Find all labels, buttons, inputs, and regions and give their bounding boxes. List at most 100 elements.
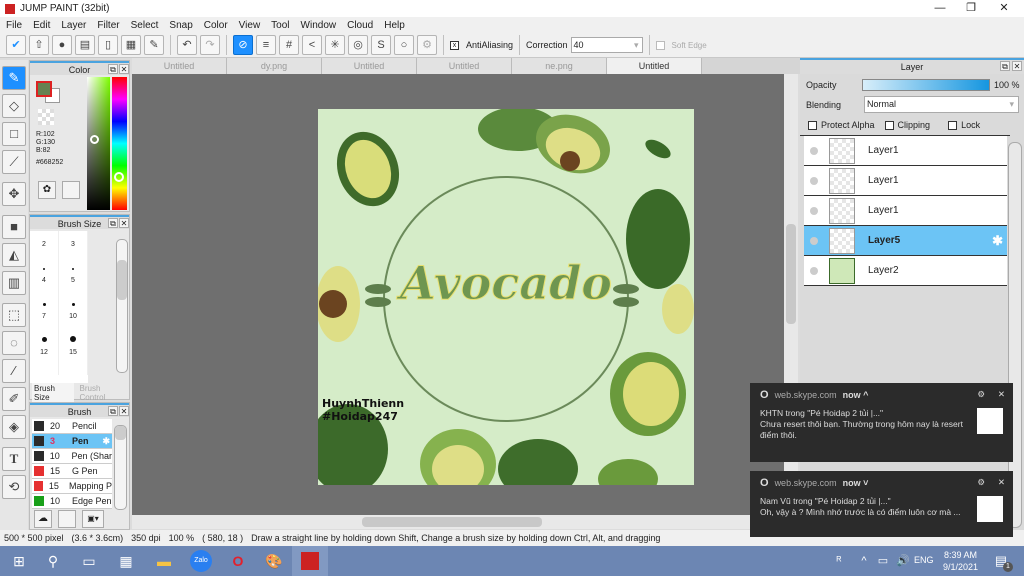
primary-color-swatch[interactable] bbox=[36, 81, 52, 97]
parallel-lines-icon[interactable]: ≡ bbox=[256, 35, 276, 55]
menu-window[interactable]: Window bbox=[301, 20, 337, 31]
brush-item[interactable]: 3 Pen ✱ bbox=[32, 434, 112, 449]
text-tool-icon[interactable]: T bbox=[2, 447, 26, 471]
close-icon[interactable]: ✕ bbox=[119, 64, 129, 74]
menu-tool[interactable]: Tool bbox=[271, 20, 289, 31]
volume-icon[interactable]: 🔊 bbox=[892, 550, 914, 572]
tab-untitled[interactable]: Untitled bbox=[417, 58, 512, 74]
lock-checkbox[interactable]: Lock bbox=[948, 120, 980, 131]
gradient-tool-icon[interactable]: ▥ bbox=[2, 271, 26, 295]
select-pen-tool-icon[interactable]: ✐ bbox=[2, 387, 26, 411]
brush-size-cell[interactable]: 10 bbox=[59, 303, 88, 342]
scrollbar[interactable] bbox=[114, 425, 127, 510]
gear-icon[interactable]: ⚙ bbox=[977, 477, 985, 488]
menu-color[interactable]: Color bbox=[204, 20, 228, 31]
tab-dy-png[interactable]: dy.png bbox=[227, 58, 322, 74]
protect-alpha-checkbox[interactable]: Protect Alpha bbox=[808, 120, 875, 131]
notification[interactable]: Oweb.skype.com now ^ ⚙ ✕ KHTN trong "Pé Ho… bbox=[750, 383, 1013, 462]
eyedropper-icon[interactable] bbox=[62, 181, 80, 199]
gear-icon[interactable]: ✱ bbox=[992, 233, 1003, 249]
undock-icon[interactable]: ⧉ bbox=[108, 218, 118, 228]
paint-icon[interactable]: 🎨 bbox=[263, 550, 285, 572]
menu-snap[interactable]: Snap bbox=[169, 20, 192, 31]
opacity-slider[interactable] bbox=[862, 79, 990, 91]
layer-row[interactable]: Layer5 ✱ bbox=[804, 226, 1007, 256]
brush-size-cell[interactable]: 15 bbox=[59, 339, 88, 375]
menu-filter[interactable]: Filter bbox=[97, 20, 119, 31]
visibility-icon[interactable] bbox=[810, 267, 818, 275]
concentric-icon[interactable]: ◎ bbox=[348, 35, 368, 55]
maximize-button[interactable]: ❐ bbox=[955, 0, 987, 17]
close-button[interactable]: ✕ bbox=[988, 0, 1020, 17]
menu-edit[interactable]: Edit bbox=[33, 20, 50, 31]
app-icon[interactable]: ▦ bbox=[115, 550, 137, 572]
close-icon[interactable]: ✕ bbox=[1012, 61, 1022, 71]
close-icon[interactable]: ✕ bbox=[998, 477, 1005, 488]
language-indicator[interactable]: ENG bbox=[914, 555, 934, 565]
undock-icon[interactable]: ⧉ bbox=[108, 406, 118, 416]
bucket-tool-icon[interactable]: ◭ bbox=[2, 243, 26, 267]
tab-ne-png[interactable]: ne.png bbox=[512, 58, 607, 74]
close-icon[interactable]: ✕ bbox=[119, 406, 129, 416]
visibility-icon[interactable] bbox=[810, 237, 818, 245]
layer-row[interactable]: Layer2 bbox=[804, 256, 1007, 286]
gear-snap-icon[interactable]: ⚙ bbox=[417, 35, 437, 55]
brush-item[interactable]: 15 Mapping P bbox=[32, 479, 112, 494]
line-tool-icon[interactable]: ⟋ bbox=[2, 150, 26, 174]
undock-icon[interactable]: ⧉ bbox=[108, 64, 118, 74]
opera-icon[interactable]: O bbox=[227, 550, 249, 572]
task-view-icon[interactable]: ▭ bbox=[78, 550, 100, 572]
close-icon[interactable]: ✕ bbox=[119, 218, 129, 228]
undo-icon[interactable]: ↶ bbox=[177, 35, 197, 55]
hue-slider[interactable] bbox=[112, 77, 127, 210]
menu-select[interactable]: Select bbox=[131, 20, 159, 31]
file-explorer-icon[interactable]: ▬ bbox=[153, 550, 175, 572]
gear-icon[interactable]: ⚙ bbox=[977, 389, 985, 400]
menu-help[interactable]: Help bbox=[384, 20, 405, 31]
layer-row[interactable]: Layer1 bbox=[804, 136, 1007, 166]
antialiasing-checkbox[interactable]: x bbox=[450, 40, 459, 50]
rectangle-tool-icon[interactable]: □ bbox=[2, 122, 26, 146]
brush-size-cell[interactable]: 7 bbox=[30, 303, 59, 342]
brush-item[interactable]: 20 Pencil bbox=[32, 419, 112, 434]
snap-off-icon[interactable]: ⊘ bbox=[233, 35, 253, 55]
transparent-color-swatch[interactable] bbox=[38, 109, 54, 125]
brush-size-cell[interactable]: 5 bbox=[59, 267, 88, 306]
jump-paint-taskbar-icon[interactable] bbox=[292, 546, 328, 576]
visibility-icon[interactable] bbox=[810, 177, 818, 185]
tab-untitled[interactable]: Untitled bbox=[322, 58, 417, 74]
perspective-icon[interactable]: < bbox=[302, 35, 322, 55]
brush-menu-icon[interactable]: ▣▾ bbox=[82, 510, 104, 528]
saturation-value-picker[interactable] bbox=[87, 77, 110, 210]
network-icon[interactable]: ▭ bbox=[872, 550, 894, 572]
zalo-icon[interactable]: Zalo bbox=[190, 550, 212, 572]
tab-brush-size[interactable]: Brush Size bbox=[32, 383, 74, 403]
visibility-icon[interactable] bbox=[810, 207, 818, 215]
correction-select[interactable]: 40 ▾ bbox=[570, 37, 643, 53]
redo-icon[interactable]: ↷ bbox=[200, 35, 220, 55]
tab-brush-control[interactable]: Brush Control bbox=[78, 383, 129, 403]
brush-size-cell[interactable]: 2 bbox=[30, 231, 59, 270]
layout-icon[interactable]: ▦ bbox=[121, 35, 141, 55]
fill-rect-tool-icon[interactable]: ■ bbox=[2, 215, 26, 239]
share-icon[interactable]: ⇧ bbox=[29, 35, 49, 55]
brush-size-cell[interactable]: 3 bbox=[59, 231, 88, 270]
brush-item[interactable]: 15 G Pen bbox=[32, 464, 112, 479]
horizontal-scrollbar[interactable] bbox=[132, 515, 798, 529]
tab-untitled-active[interactable]: Untitled bbox=[607, 58, 702, 74]
cloud-download-icon[interactable]: ☁ bbox=[34, 510, 52, 528]
menu-file[interactable]: File bbox=[6, 20, 22, 31]
windows-start-icon[interactable]: ⊞ bbox=[8, 550, 30, 572]
brush-item[interactable]: 10 Edge Pen bbox=[32, 494, 112, 509]
tab-untitled[interactable]: Untitled bbox=[132, 58, 227, 74]
move-tool-icon[interactable]: ✥ bbox=[2, 182, 26, 206]
people-icon[interactable]: ᴿ bbox=[828, 550, 850, 572]
transform-tool-icon[interactable]: ⟲ bbox=[2, 475, 26, 499]
clock[interactable]: 8:39 AM 9/1/2021 bbox=[943, 549, 978, 573]
close-icon[interactable]: ✕ bbox=[998, 389, 1005, 400]
curve-icon[interactable]: S bbox=[371, 35, 391, 55]
drawing-canvas[interactable]: Avocado HuynhThienn #Hoidap247 bbox=[318, 109, 694, 485]
soft-edge-checkbox[interactable] bbox=[655, 40, 665, 50]
minimize-button[interactable]: — bbox=[924, 0, 956, 17]
page-icon[interactable]: ▯ bbox=[98, 35, 118, 55]
